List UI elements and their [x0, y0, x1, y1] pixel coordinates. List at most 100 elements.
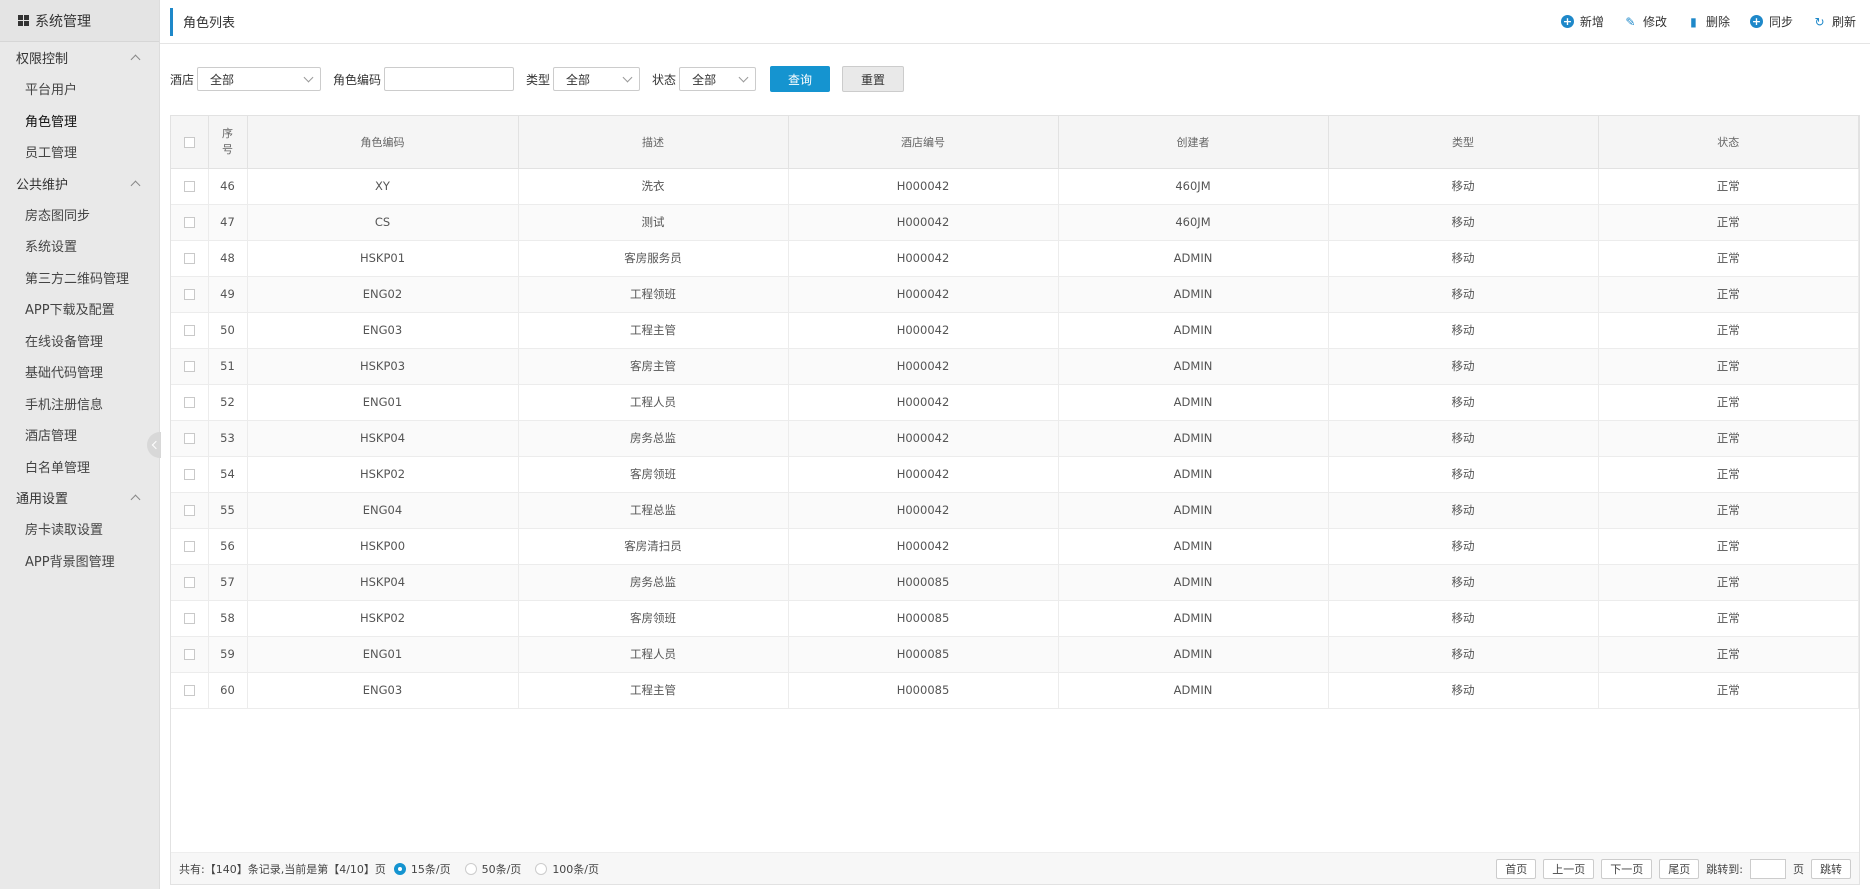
table-cell: H000042 [788, 204, 1059, 241]
sidebar-group[interactable]: 权限控制 [0, 42, 159, 73]
sidebar-item[interactable]: 系统设置 [0, 230, 159, 262]
table-cell: 工程人员 [518, 636, 789, 673]
page-size-option[interactable]: 50条/页 [464, 861, 521, 877]
radio-button[interactable] [464, 862, 477, 875]
chevron-down-icon [622, 72, 633, 82]
sidebar-group-label: 公共维护 [16, 177, 69, 193]
jump-button[interactable]: 跳转 [1811, 858, 1851, 879]
table-row[interactable]: 51 HSKP03 客房主管 H000042 ADMIN 移动 正常 [171, 348, 1859, 385]
row-checkbox[interactable] [183, 325, 195, 336]
sidebar-header[interactable]: 系统管理 [0, 0, 159, 42]
sidebar-item[interactable]: 在线设备管理 [0, 325, 159, 357]
sidebar-item[interactable]: 房态图同步 [0, 199, 159, 231]
select-all-checkbox[interactable] [183, 136, 195, 148]
table-row[interactable]: 55 ENG04 工程总监 H000042 ADMIN 移动 正常 [171, 492, 1859, 529]
table-cell: 移动 [1328, 672, 1599, 709]
sidebar: 系统管理 权限控制平台用户 角色管理 员工管理公共维护房态图同步 系统设置 第三方二维码… [0, 0, 160, 889]
toolbar-button[interactable]: ✎ 修改 [1624, 13, 1667, 30]
sidebar-item[interactable]: 手机注册信息 [0, 388, 159, 420]
row-checkbox[interactable] [183, 433, 195, 444]
role-table-container: 序号 角色编码 描述 酒店编号 创建者 类型 状态 46 XY 洗衣 H000042 460JM 移动… [170, 115, 1860, 885]
row-checkbox[interactable] [183, 685, 195, 696]
table-cell: ADMIN [1058, 312, 1329, 349]
reset-button[interactable]: 重置 [842, 66, 905, 92]
jump-page-input[interactable] [1750, 858, 1786, 879]
table-row[interactable]: 48 HSKP01 客房服务员 H000042 ADMIN 移动 正常 [171, 240, 1859, 277]
pagination-controls: 首页 上一页 下一页 尾页 跳转到: 页 跳转 [1496, 858, 1851, 879]
table-row[interactable]: 49 ENG02 工程领班 H000042 ADMIN 移动 正常 [171, 276, 1859, 313]
toolbar-button[interactable]: ▮ 删除 [1687, 13, 1730, 30]
table-row[interactable]: 46 XY 洗衣 H000042 460JM 移动 正常 [171, 168, 1859, 205]
table-cell: ENG01 [247, 384, 519, 421]
sidebar-item[interactable]: 酒店管理 [0, 419, 159, 451]
table-cell: ADMIN [1058, 348, 1329, 385]
sidebar-item[interactable]: APP背景图管理 [0, 545, 159, 577]
table-row[interactable]: 53 HSKP04 房务总监 H000042 ADMIN 移动 正常 [171, 420, 1859, 457]
table-cell: 移动 [1328, 312, 1599, 349]
row-checkbox[interactable] [183, 469, 195, 480]
table-row[interactable]: 56 HSKP00 客房清扫员 H000042 ADMIN 移动 正常 [171, 528, 1859, 565]
sidebar-group[interactable]: 通用设置 [0, 482, 159, 513]
table-row[interactable]: 50 ENG03 工程主管 H000042 ADMIN 移动 正常 [171, 312, 1859, 349]
row-checkbox[interactable] [183, 397, 195, 408]
sidebar-item[interactable]: 基础代码管理 [0, 356, 159, 388]
sidebar-item[interactable]: 第三方二维码管理 [0, 262, 159, 294]
table-row[interactable]: 54 HSKP02 客房领班 H000042 ADMIN 移动 正常 [171, 456, 1859, 493]
table-row[interactable]: 52 ENG01 工程人员 H000042 ADMIN 移动 正常 [171, 384, 1859, 421]
sidebar-item[interactable]: 房卡读取设置 [0, 513, 159, 545]
radio-button[interactable] [393, 862, 406, 875]
row-select-cell [171, 492, 209, 529]
type-select[interactable]: 全部 [553, 67, 641, 91]
table-cell: 正常 [1598, 600, 1859, 637]
toolbar-button-label: 新增 [1579, 15, 1604, 29]
radio-button[interactable] [535, 862, 548, 875]
row-checkbox[interactable] [183, 217, 195, 228]
sidebar-group-label: 权限控制 [16, 52, 69, 67]
row-checkbox[interactable] [183, 649, 195, 660]
row-checkbox[interactable] [183, 577, 195, 588]
table-row[interactable]: 59 ENG01 工程人员 H000085 ADMIN 移动 正常 [171, 636, 1859, 673]
last-page-button[interactable]: 尾页 [1659, 858, 1700, 879]
table-cell: 正常 [1598, 384, 1859, 421]
sidebar-title: 系统管理 [35, 13, 91, 30]
sidebar-item[interactable]: 角色管理 [0, 105, 159, 137]
row-checkbox[interactable] [183, 289, 195, 300]
role-code-input[interactable] [384, 67, 515, 91]
table-row[interactable]: 47 CS 测试 H000042 460JM 移动 正常 [171, 204, 1859, 241]
table-cell: 洗衣 [518, 168, 789, 205]
toolbar-button[interactable]: ↻ 刷新 [1813, 13, 1856, 30]
table-cell: 工程主管 [518, 672, 789, 709]
plus-circle-icon: + [1560, 15, 1574, 28]
prev-page-button[interactable]: 上一页 [1543, 858, 1595, 879]
page-size-option[interactable]: 100条/页 [535, 861, 599, 877]
sidebar-item[interactable]: APP下载及配置 [0, 293, 159, 325]
page-size-option[interactable]: 15条/页 [393, 861, 451, 877]
query-button[interactable]: 查询 [770, 66, 831, 92]
row-checkbox[interactable] [183, 253, 195, 264]
row-checkbox[interactable] [183, 361, 195, 372]
toolbar-button-label: 刷新 [1831, 15, 1856, 29]
row-checkbox[interactable] [183, 181, 195, 192]
first-page-button[interactable]: 首页 [1496, 858, 1537, 879]
table-cell: H000042 [788, 384, 1059, 421]
toolbar-button[interactable]: + 新增 [1560, 13, 1604, 30]
type-select-value: 全部 [566, 72, 591, 87]
row-checkbox[interactable] [183, 505, 195, 516]
status-select[interactable]: 全部 [679, 67, 757, 91]
sidebar-item[interactable]: 白名单管理 [0, 451, 159, 483]
table-cell: 移动 [1328, 276, 1599, 313]
table-cell: 移动 [1328, 456, 1599, 493]
sidebar-item[interactable]: 平台用户 [0, 73, 159, 105]
table-row[interactable]: 60 ENG03 工程主管 H000085 ADMIN 移动 正常 [171, 672, 1859, 709]
row-select-cell [171, 564, 209, 601]
toolbar-button[interactable]: + 同步 [1749, 13, 1793, 30]
sidebar-group[interactable]: 公共维护 [0, 168, 159, 199]
table-row[interactable]: 57 HSKP04 房务总监 H000085 ADMIN 移动 正常 [171, 564, 1859, 601]
hotel-select[interactable]: 全部 [197, 67, 322, 91]
next-page-button[interactable]: 下一页 [1601, 858, 1653, 879]
table-row[interactable]: 58 HSKP02 客房领班 H000085 ADMIN 移动 正常 [171, 600, 1859, 637]
table-cell: 移动 [1328, 204, 1599, 241]
row-checkbox[interactable] [183, 613, 195, 624]
sidebar-item[interactable]: 员工管理 [0, 136, 159, 168]
row-checkbox[interactable] [183, 541, 195, 552]
